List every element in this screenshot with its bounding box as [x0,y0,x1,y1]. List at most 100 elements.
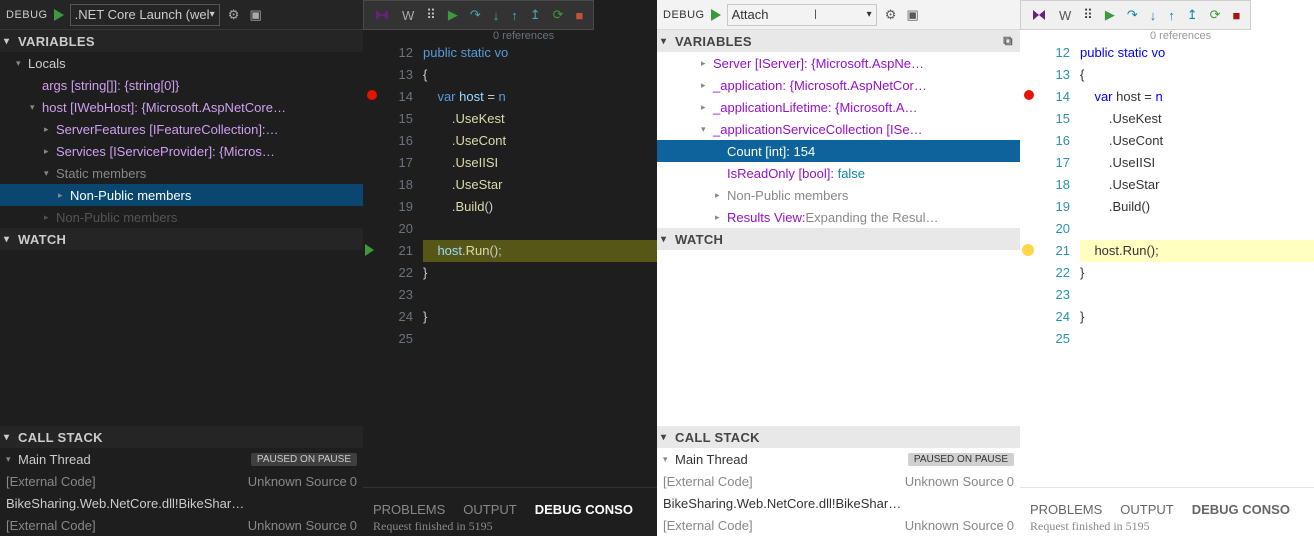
tab-debug-console[interactable]: DEBUG CONSO [1192,502,1290,517]
step-over-icon[interactable]: ↷ [1127,7,1138,23]
codelens[interactable]: 0 references [363,30,657,42]
grip-icon[interactable]: ⠿ [1083,7,1093,23]
twisty-icon: ▸ [701,58,713,69]
console-output: Request finished in 5195 [1020,517,1314,536]
pause-badge: PAUSED ON PAUSE [251,453,357,466]
config-dropdown[interactable]: Attach | ▾ [727,4,877,26]
breakpoint-icon[interactable] [367,90,377,100]
var-row[interactable]: ▸Server [IServer]: {Microsoft.AspNe… [657,52,1020,74]
var-row-selected[interactable]: Count [int]: 154 [657,140,1020,162]
chevron-down-icon: ▾ [210,9,215,20]
collapse-icon[interactable]: ⧉ [1000,33,1016,49]
twisty-icon: ▸ [44,146,56,157]
var-row[interactable]: ▸_applicationLifetime: {Microsoft.A… [657,96,1020,118]
locals-scope[interactable]: ▾Locals [0,52,363,74]
vs-logo-icon [374,7,390,23]
variables-body: ▸Server [IServer]: {Microsoft.AspNe… ▸_a… [657,52,1020,228]
stack-frame[interactable]: [External Code]Unknown Source 0 [657,470,1020,492]
lightbulb-icon[interactable] [1022,244,1034,256]
var-row[interactable]: IsReadOnly [bool]: false [657,162,1020,184]
callstack-body: ▾Main ThreadPAUSED ON PAUSE [External Co… [657,448,1020,536]
code-body[interactable]: public static vo { var host = n .UseKest… [1080,42,1314,487]
var-row[interactable]: ▸ServerFeatures [IFeatureCollection]:… [0,118,363,140]
console-output: Request finished in 5195 [363,517,657,536]
twisty-icon: ▾ [661,36,673,47]
vs-logo-icon [1031,7,1047,23]
twisty-icon: ▾ [16,58,28,69]
debug-label: DEBUG [6,9,48,21]
start-debug-icon[interactable] [711,9,721,21]
code-editor[interactable]: 12 13 14 15 16 17 18 19 20 21 22 23 24 2… [1020,42,1314,487]
stack-frame[interactable]: [External Code]Unknown Source 0 [657,514,1020,536]
debug-run-toolbar: W ⠿ ▶ ↷ ↓ ↑ ↥ ⟳ ■ [363,0,594,30]
stop-icon[interactable]: ■ [576,8,584,23]
gear-icon[interactable]: ⚙ [226,7,242,23]
gear-icon[interactable]: ⚙ [883,7,899,23]
twisty-icon: ▸ [715,212,727,223]
var-row[interactable]: ▾Static members [0,162,363,184]
tab-problems[interactable]: PROBLEMS [1030,502,1102,517]
var-row[interactable]: ▸Results View: Expanding the Resul… [657,206,1020,228]
config-name: .NET Core Launch (wel [75,7,210,22]
watch-header[interactable]: ▾WATCH [0,228,363,250]
tab-problems[interactable]: PROBLEMS [373,502,445,517]
current-line-icon [365,244,374,256]
continue-icon[interactable]: ▶ [448,7,458,23]
codelens[interactable]: 0 references [1020,30,1314,42]
step-out-icon[interactable]: ↑ [1168,8,1175,23]
stack-frame[interactable]: [External Code]Unknown Source 0 [0,470,363,492]
window-label: W [402,8,414,23]
chevron-down-icon: ▾ [867,9,872,20]
step-into-icon[interactable]: ↓ [1150,8,1157,23]
step-back-icon[interactable]: ↥ [530,7,541,23]
var-row[interactable]: ▾_applicationServiceCollection [ISe… [657,118,1020,140]
console-icon[interactable]: ▣ [248,7,264,23]
step-over-icon[interactable]: ↷ [470,7,481,23]
callstack-header[interactable]: ▾CALL STACK [0,426,363,448]
var-row[interactable]: ▸Services [IServiceProvider]: {Micros… [0,140,363,162]
var-row[interactable]: ▸Non-Public members [0,206,363,228]
restart-icon[interactable]: ⟳ [1210,7,1221,23]
stack-frame[interactable]: BikeSharing.Web.NetCore.dll!BikeShar… [657,492,1020,514]
var-row[interactable]: ▸_application: {Microsoft.AspNetCor… [657,74,1020,96]
variables-header[interactable]: ▾VARIABLES [0,30,363,52]
step-back-icon[interactable]: ↥ [1187,7,1198,23]
var-row-selected[interactable]: ▸Non-Public members [0,184,363,206]
twisty-icon: ▾ [663,454,675,465]
code-editor[interactable]: 12 13 14 15 16 17 18 19 20 21 22 23 24 2… [363,42,657,487]
var-row[interactable]: ▾host [IWebHost]: {Microsoft.AspNetCore… [0,96,363,118]
callstack-header[interactable]: ▾CALL STACK [657,426,1020,448]
watch-header[interactable]: ▾WATCH [657,228,1020,250]
config-name: Attach [732,7,769,22]
panel-tabs: PROBLEMS OUTPUT DEBUG CONSO [1020,487,1314,517]
stack-frame[interactable]: [External Code]Unknown Source 0 [0,514,363,536]
twisty-icon: ▸ [715,190,727,201]
tab-debug-console[interactable]: DEBUG CONSO [535,502,633,517]
config-dropdown[interactable]: .NET Core Launch (wel ▾ [70,4,220,26]
twisty-icon: ▾ [30,102,42,113]
restart-icon[interactable]: ⟳ [553,7,564,23]
var-row[interactable]: ▸Non-Public members [657,184,1020,206]
step-into-icon[interactable]: ↓ [493,8,500,23]
stack-frame[interactable]: BikeSharing.Web.NetCore.dll!BikeShar… [0,492,363,514]
variables-header[interactable]: ▾VARIABLES⧉ [657,30,1020,52]
debug-toolbar: DEBUG .NET Core Launch (wel ▾ ⚙ ▣ [0,0,363,30]
start-debug-icon[interactable] [54,9,64,21]
thread-row[interactable]: ▾Main ThreadPAUSED ON PAUSE [0,448,363,470]
window-label: W [1059,8,1071,23]
grip-icon[interactable]: ⠿ [426,7,436,23]
tab-output[interactable]: OUTPUT [1120,502,1173,517]
breakpoint-icon[interactable] [1024,90,1034,100]
twisty-icon: ▾ [661,234,673,245]
code-body[interactable]: public static vo { var host = n .UseKest… [423,42,657,487]
continue-icon[interactable]: ▶ [1105,7,1115,23]
var-row[interactable]: args [string[]]: {string[0]} [0,74,363,96]
twisty-icon: ▾ [701,124,713,135]
debug-run-toolbar: W ⠿ ▶ ↷ ↓ ↑ ↥ ⟳ ■ [1020,0,1251,30]
thread-row[interactable]: ▾Main ThreadPAUSED ON PAUSE [657,448,1020,470]
console-icon[interactable]: ▣ [905,7,921,23]
step-out-icon[interactable]: ↑ [511,8,518,23]
tab-output[interactable]: OUTPUT [463,502,516,517]
twisty-icon: ▸ [58,190,70,201]
stop-icon[interactable]: ■ [1233,8,1241,23]
